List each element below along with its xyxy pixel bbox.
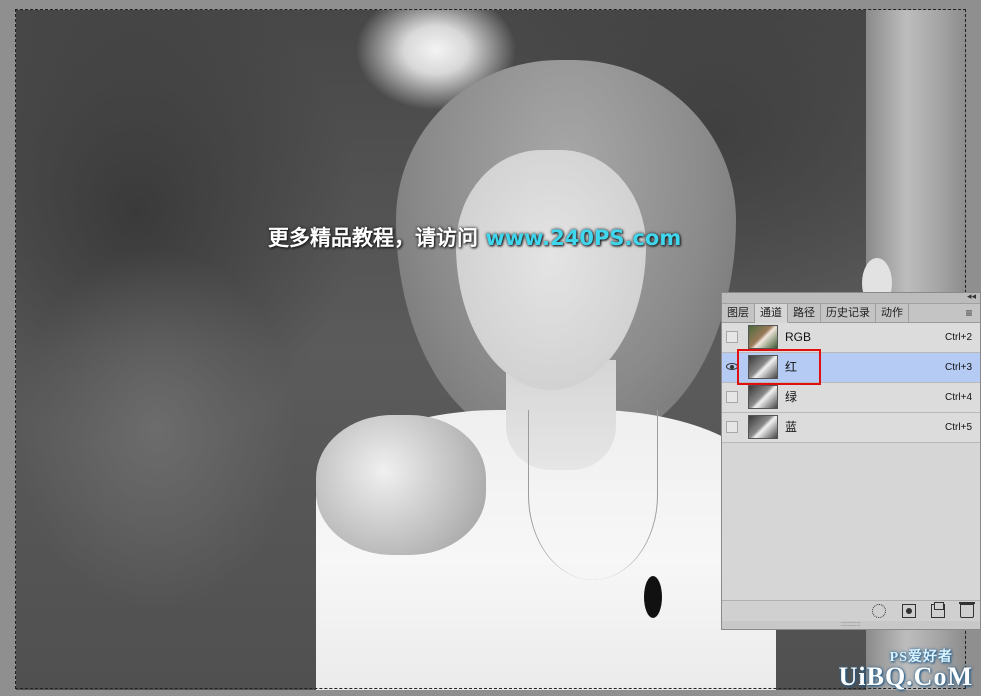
shoulder-flower <box>316 415 486 555</box>
tab-channels[interactable]: 通道 <box>755 304 788 323</box>
watermark-message: 更多精品教程，请访问 <box>268 226 486 250</box>
channel-shortcut: Ctrl+2 <box>945 332 972 343</box>
channel-shortcut: Ctrl+4 <box>945 392 972 403</box>
tab-actions[interactable]: 动作 <box>876 304 909 322</box>
tab-history[interactable]: 历史记录 <box>821 304 876 322</box>
channels-panel: ◂◂ 图层 通道 路径 历史记录 动作 ≡ RGB Ctrl+2 红 Ctrl+… <box>721 291 981 630</box>
resize-grip[interactable]: :::::::::: <box>722 621 980 629</box>
panel-tabs: 图层 通道 路径 历史记录 动作 ≡ <box>722 304 980 323</box>
panel-title-bar[interactable]: ◂◂ <box>722 291 980 304</box>
watermark-text: 更多精品教程，请访问 www.240PS.com <box>268 222 681 252</box>
visibility-toggle[interactable] <box>726 391 738 403</box>
channel-row-red[interactable]: 红 Ctrl+3 <box>722 353 980 383</box>
necklace-chain <box>528 410 658 580</box>
channel-thumbnail <box>748 385 778 409</box>
channel-name: RGB <box>785 330 812 344</box>
collapse-icon[interactable]: ◂◂ <box>967 291 976 302</box>
channel-row-green[interactable]: 绿 Ctrl+4 <box>722 383 980 413</box>
new-channel-icon[interactable] <box>931 602 945 618</box>
site-logo: PS爱好者 UiBQ.CoM <box>838 650 973 692</box>
eye-icon[interactable] <box>726 361 738 373</box>
channel-row-rgb[interactable]: RGB Ctrl+2 <box>722 323 980 353</box>
channel-name: 红 <box>785 360 798 374</box>
save-selection-icon[interactable] <box>902 604 916 618</box>
site-logo-brand: UiBQ.CoM <box>838 662 973 691</box>
visibility-toggle[interactable] <box>726 331 738 343</box>
channel-name: 蓝 <box>785 420 798 434</box>
watermark-url: www.240PS.com <box>485 226 682 250</box>
channel-row-blue[interactable]: 蓝 Ctrl+5 <box>722 413 980 443</box>
channel-thumbnail <box>748 415 778 439</box>
panel-footer <box>722 600 980 621</box>
channel-list: RGB Ctrl+2 红 Ctrl+3 绿 Ctrl+4 蓝 Ctrl+5 <box>722 323 980 443</box>
panel-menu-icon[interactable]: ≡ <box>958 304 980 322</box>
visibility-toggle[interactable] <box>726 421 738 433</box>
tab-paths[interactable]: 路径 <box>788 304 821 322</box>
channel-shortcut: Ctrl+3 <box>945 362 972 373</box>
channel-name: 绿 <box>785 390 798 404</box>
necklace-pendant <box>644 576 662 618</box>
site-logo-tag: PS爱好者 <box>889 650 953 665</box>
tab-layers[interactable]: 图层 <box>722 304 755 322</box>
trash-icon[interactable] <box>959 602 975 618</box>
channel-shortcut: Ctrl+5 <box>945 422 972 433</box>
load-selection-icon[interactable] <box>872 604 886 618</box>
channel-thumbnail <box>748 355 778 379</box>
channel-thumbnail <box>748 325 778 349</box>
